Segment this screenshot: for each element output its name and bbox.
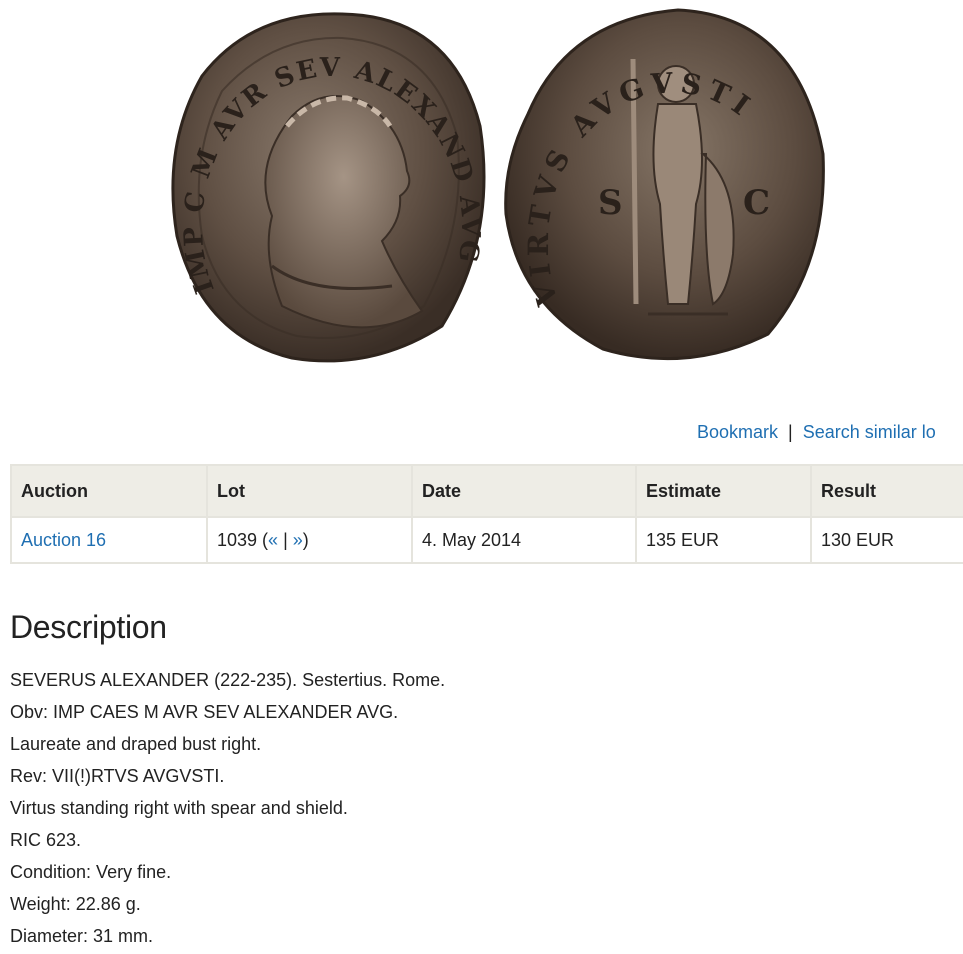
description-line: Condition: Very fine. bbox=[10, 862, 172, 882]
coin-obverse-image[interactable]: IMP C M AVR SEV ALEXAND AVG bbox=[162, 6, 494, 368]
lot-nav-separator: | bbox=[278, 529, 293, 550]
table-header-row: Auction Lot Date Estimate Result bbox=[10, 464, 963, 518]
auction-link[interactable]: Auction 16 bbox=[21, 530, 106, 550]
table-row: Auction 16 1039 (« | ») 4. May 2014 135 … bbox=[10, 516, 963, 564]
description-heading: Description bbox=[10, 609, 167, 645]
lot-number: 1039 ( bbox=[217, 529, 269, 550]
reverse-field-c: C bbox=[743, 183, 770, 223]
description-line: Obv: IMP CAES M AVR SEV ALEXANDER AVG. bbox=[10, 702, 399, 722]
lot-info-table: Auction Lot Date Estimate Result Auction… bbox=[10, 464, 963, 564]
reverse-field-s: S bbox=[598, 183, 623, 223]
description-line: RIC 623. bbox=[10, 830, 82, 850]
header-result: Result bbox=[810, 464, 963, 518]
actions-separator: | bbox=[788, 422, 793, 442]
next-lot-link[interactable]: » bbox=[293, 530, 303, 550]
header-estimate: Estimate bbox=[635, 464, 812, 518]
description-line: SEVERUS ALEXANDER (222-235). Sestertius.… bbox=[10, 670, 446, 690]
coin-images: IMP C M AVR SEV ALEXAND AVG S C VIRTVS A… bbox=[0, 0, 963, 400]
lot-actions: Bookmark | Search similar lo bbox=[697, 422, 963, 448]
description-line: Diameter: 31 mm. bbox=[10, 926, 154, 946]
description-line: Laureate and draped bust right. bbox=[10, 734, 262, 754]
cell-lot: 1039 (« | ») bbox=[206, 516, 413, 564]
header-lot: Lot bbox=[206, 464, 413, 518]
coin-reverse-image[interactable]: S C VIRTVS AVGVSTI bbox=[498, 4, 830, 370]
description-line: Virtus standing right with spear and shi… bbox=[10, 798, 348, 818]
cell-date: 4. May 2014 bbox=[411, 516, 637, 564]
cell-estimate: 135 EUR bbox=[635, 516, 812, 564]
header-date: Date bbox=[411, 464, 637, 518]
lot-close-paren: ) bbox=[302, 529, 309, 550]
cell-result: 130 EUR bbox=[810, 516, 963, 564]
description-line: Weight: 22.86 g. bbox=[10, 894, 141, 914]
search-similar-link[interactable]: Search similar lo bbox=[803, 422, 936, 442]
cell-auction: Auction 16 bbox=[10, 516, 208, 564]
description-lines: SEVERUS ALEXANDER (222-235). Sestertius.… bbox=[10, 666, 445, 954]
bookmark-link[interactable]: Bookmark bbox=[697, 422, 778, 442]
description-line: Rev: VII(!)RTVS AVGVSTI. bbox=[10, 766, 225, 786]
header-auction: Auction bbox=[10, 464, 208, 518]
previous-lot-link[interactable]: « bbox=[268, 530, 278, 550]
